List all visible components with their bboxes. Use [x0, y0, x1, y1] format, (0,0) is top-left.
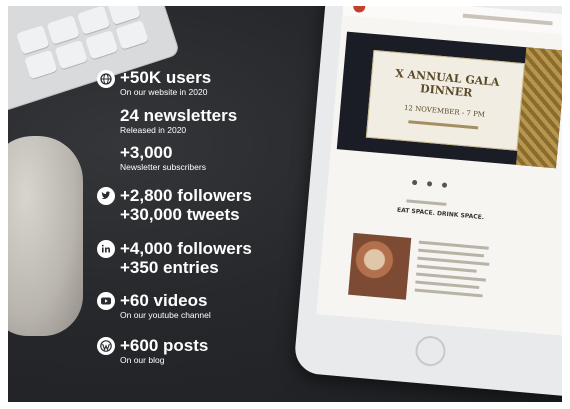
section-heading: EAT SPACE. DRINK SPACE.: [396, 206, 485, 222]
youtube-icon: [97, 292, 115, 310]
stat-headline: +4,000 followers: [120, 239, 252, 258]
stat-newsletters: 24 newsletters Released in 2020: [120, 106, 237, 135]
tablet-screen: X ANNUAL GALA DINNER 12 NOVEMBER - 7 PM …: [316, 6, 562, 336]
tablet-mockup: X ANNUAL GALA DINNER 12 NOVEMBER - 7 PM …: [293, 6, 562, 399]
stat-wordpress: +600 posts On our blog: [120, 336, 208, 365]
stat-youtube: +60 videos On our youtube channel: [120, 291, 211, 320]
stat-secondary: +30,000 tweets: [120, 205, 240, 224]
card-date: 12 NOVEMBER - 7 PM: [403, 103, 486, 119]
wordpress-icon: [97, 337, 115, 355]
invitation-card: X ANNUAL GALA DINNER 12 NOVEMBER - 7 PM: [365, 49, 525, 151]
stat-headline: +2,800 followers: [120, 186, 252, 205]
stat-linkedin: +4,000 followers +350 entries: [120, 239, 252, 277]
promo-image: X ANNUAL GALA DINNER 12 NOVEMBER - 7 PM …: [8, 6, 562, 402]
linkedin-icon: [97, 240, 115, 258]
home-button: [414, 334, 447, 368]
twitter-icon: [97, 187, 115, 205]
stat-caption: On our website in 2020: [120, 87, 208, 97]
vase-photo: [8, 136, 83, 336]
stat-headline: +50K users: [120, 68, 212, 87]
stat-headline: +3,000: [120, 143, 173, 162]
stat-headline: +60 videos: [120, 291, 208, 310]
stat-headline: +600 posts: [120, 336, 209, 355]
card-title: X ANNUAL GALA DINNER: [394, 66, 501, 100]
carousel-dots: [411, 170, 458, 193]
stat-caption: On our youtube channel: [120, 310, 211, 320]
stat-users: +50K users On our website in 2020: [120, 68, 211, 97]
gala-banner: X ANNUAL GALA DINNER 12 NOVEMBER - 7 PM: [336, 31, 562, 169]
stat-headline: 24 newsletters: [120, 106, 238, 125]
stat-caption: Newsletter subscribers: [120, 162, 206, 172]
food-photo: [348, 232, 412, 300]
stat-secondary: +350 entries: [120, 258, 219, 277]
stat-caption: Released in 2020: [120, 125, 187, 135]
stat-twitter: +2,800 followers +30,000 tweets: [120, 186, 252, 224]
globe-icon: [97, 70, 115, 88]
stat-subscribers: +3,000 Newsletter subscribers: [120, 143, 206, 172]
stat-caption: On our blog: [120, 355, 165, 365]
